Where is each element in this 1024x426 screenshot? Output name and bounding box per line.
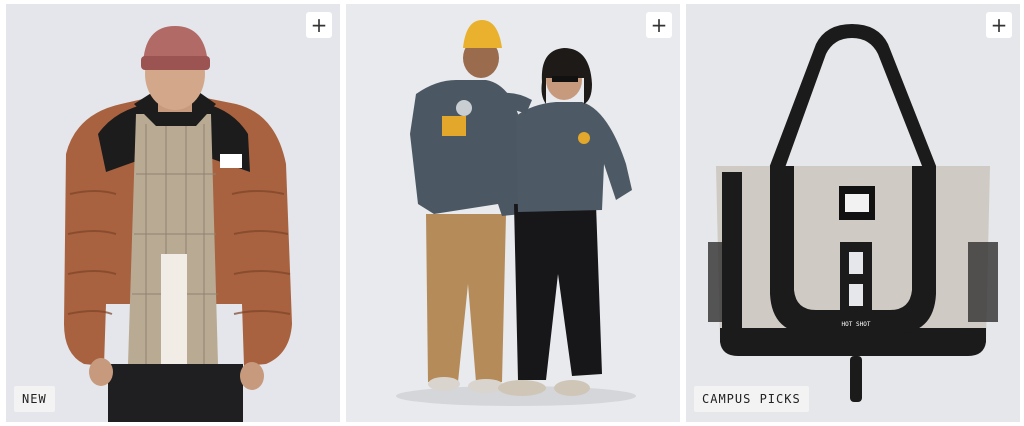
plus-icon: + [650, 13, 668, 37]
tote-patch-label: HOT SHOT [842, 321, 871, 328]
product-tile-tote-bag[interactable]: HOT SHOT + CAMPUS PICKS [686, 4, 1020, 422]
add-to-wishlist-button[interactable]: + [646, 12, 672, 38]
plus-icon: + [310, 13, 328, 37]
product-tile-sweatshirts[interactable]: + [346, 4, 680, 422]
add-to-wishlist-button[interactable]: + [306, 12, 332, 38]
sweatshirt-models-image [346, 4, 680, 422]
puffer-jacket-model-image [6, 4, 340, 422]
tote-bag-image: HOT SHOT [686, 4, 1020, 422]
campus-picks-badge: CAMPUS PICKS [694, 386, 809, 412]
new-badge: NEW [14, 386, 55, 412]
add-to-wishlist-button[interactable]: + [986, 12, 1012, 38]
plus-icon: + [990, 13, 1008, 37]
product-tile-puffer-jacket[interactable]: + NEW [6, 4, 340, 422]
product-grid: + NEW + HOT SHOT + CAMPUS PICKS [0, 0, 1024, 426]
